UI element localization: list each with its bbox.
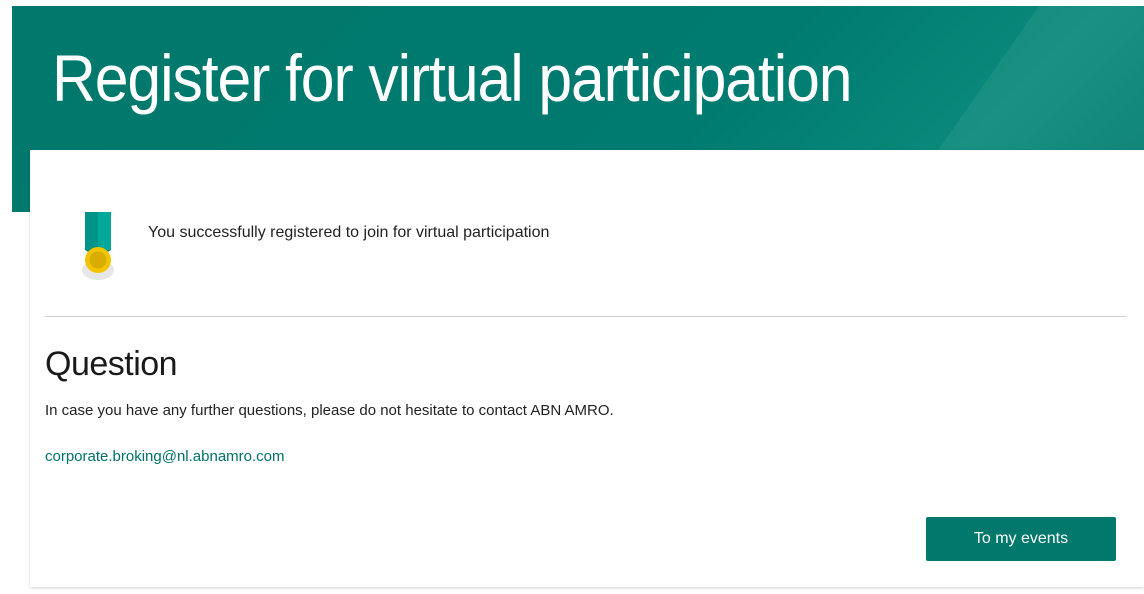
success-icon-wrapper — [70, 210, 126, 282]
page: Register for virtual participation You s… — [0, 0, 1144, 594]
to-my-events-button[interactable]: To my events — [926, 517, 1116, 561]
divider — [45, 316, 1127, 317]
question-heading: Question — [45, 345, 178, 383]
medal-icon — [82, 212, 114, 280]
question-text: In case you have any further questions, … — [45, 402, 614, 419]
page-title: Register for virtual participation — [52, 41, 853, 115]
contact-email-link[interactable]: corporate.broking@nl.abnamro.com — [45, 448, 285, 465]
content-card: You successfully registered to join for … — [30, 150, 1144, 587]
success-message: You successfully registered to join for … — [148, 224, 550, 241]
